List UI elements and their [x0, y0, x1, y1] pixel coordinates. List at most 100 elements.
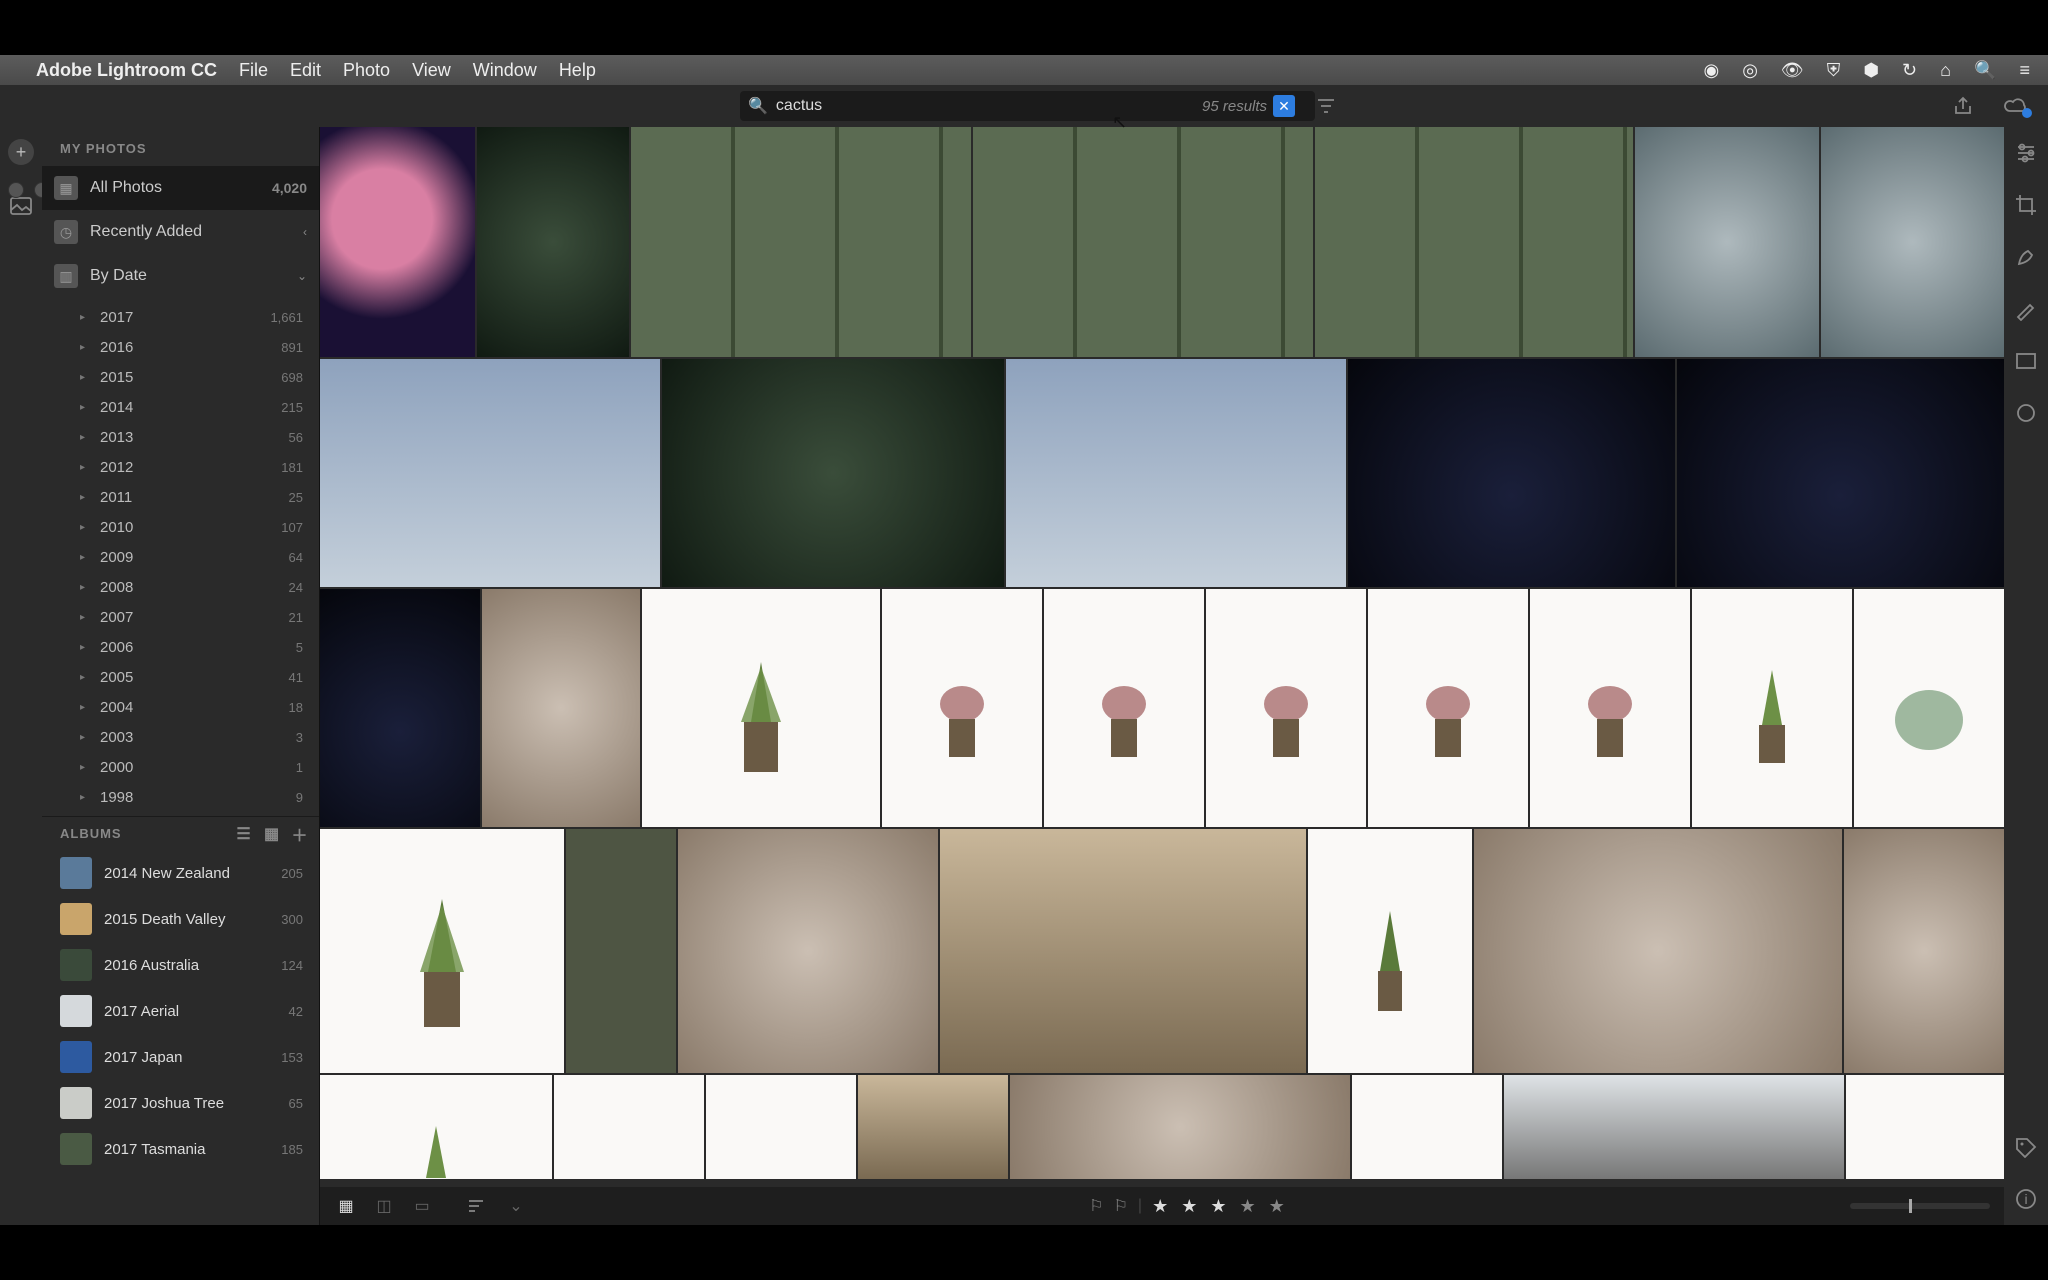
menu-file[interactable]: File [239, 60, 268, 81]
thumbnail[interactable] [882, 589, 1042, 827]
sort-button[interactable] [466, 1196, 490, 1216]
thumbnail[interactable] [1352, 1075, 1502, 1179]
thumbnail[interactable] [662, 359, 1004, 587]
thumbnail[interactable] [973, 127, 1313, 357]
year-row[interactable]: ▸20171,661 [42, 302, 319, 332]
add-album-button[interactable]: ＋ [289, 823, 311, 845]
albums-view-grid-icon[interactable]: ▦ [261, 823, 283, 845]
sidebar-item-recently-added[interactable]: ◷ Recently Added ‹ [42, 210, 319, 254]
thumbnail[interactable] [1530, 589, 1690, 827]
year-row[interactable]: ▸2010107 [42, 512, 319, 542]
thumbnail[interactable] [320, 359, 660, 587]
eye-icon[interactable]: 👁 [1781, 60, 1804, 80]
thumbnail[interactable] [554, 1075, 704, 1179]
thumbnail[interactable] [940, 829, 1306, 1073]
shield-icon[interactable]: ⛨ [1827, 60, 1841, 80]
year-row[interactable]: ▸201356 [42, 422, 319, 452]
album-row[interactable]: 2016 Australia124 [42, 942, 319, 988]
crop-icon[interactable] [2012, 191, 2040, 219]
thumbnail[interactable] [1635, 127, 1819, 357]
thumbnail[interactable] [631, 127, 971, 357]
cloud-sync-icon[interactable] [2002, 96, 2030, 116]
sort-direction-icon[interactable]: ⌄ [504, 1196, 528, 1216]
thumbnail[interactable] [642, 589, 880, 827]
thumbnail[interactable] [1308, 829, 1472, 1073]
year-row[interactable]: ▸2014215 [42, 392, 319, 422]
sync-icon[interactable]: ↻ [1902, 60, 1917, 80]
edit-sliders-icon[interactable] [2012, 139, 2040, 167]
thumbnail[interactable] [320, 589, 480, 827]
thumbnail[interactable] [482, 589, 640, 827]
clear-search-button[interactable]: ✕ [1273, 95, 1295, 117]
album-row[interactable]: 2017 Joshua Tree65 [42, 1080, 319, 1126]
year-row[interactable]: ▸200964 [42, 542, 319, 572]
thumbnail[interactable] [1854, 589, 2004, 827]
keywords-icon[interactable] [2012, 1133, 2040, 1161]
thumbnail[interactable] [1504, 1075, 1844, 1179]
flag-pick-icon[interactable]: ⚐ [1089, 1196, 1103, 1216]
record-icon[interactable]: ◉ [1703, 60, 1719, 80]
filter-icon[interactable] [1316, 97, 1336, 115]
menu-window[interactable]: Window [473, 60, 537, 81]
year-row[interactable]: ▸2012181 [42, 452, 319, 482]
year-row[interactable]: ▸200721 [42, 602, 319, 632]
albums-view-list-icon[interactable]: ☰ [233, 823, 255, 845]
year-row[interactable]: ▸2015698 [42, 362, 319, 392]
thumbnail[interactable] [1006, 359, 1346, 587]
view-square-button[interactable]: ◫ [372, 1196, 396, 1216]
thumbnail[interactable] [706, 1075, 856, 1179]
thumbnail-size-slider[interactable] [1850, 1203, 1990, 1209]
thumbnail[interactable] [1821, 127, 2005, 357]
thumbnail[interactable] [566, 829, 676, 1073]
thumbnail[interactable] [678, 829, 938, 1073]
album-row[interactable]: 2014 New Zealand205 [42, 850, 319, 896]
view-grid-button[interactable]: ▦ [334, 1196, 358, 1216]
photo-grid[interactable] [320, 127, 2004, 1187]
thumbnail[interactable] [1044, 589, 1204, 827]
hamburger-icon[interactable]: ≡ [2019, 60, 2030, 80]
thumbnail[interactable] [1474, 829, 1842, 1073]
album-row[interactable]: 2015 Death Valley300 [42, 896, 319, 942]
thumbnail[interactable] [1348, 359, 1675, 587]
info-icon[interactable]: i [2012, 1185, 2040, 1213]
thumbnail[interactable] [1010, 1075, 1350, 1179]
dropbox-icon[interactable]: ⬢ [1863, 60, 1879, 80]
healing-brush-icon[interactable] [2012, 243, 2040, 271]
sidebar-item-by-date[interactable]: ▥ By Date ⌄ [42, 254, 319, 298]
year-row[interactable]: ▸200541 [42, 662, 319, 692]
view-detail-button[interactable]: ▭ [410, 1196, 434, 1216]
brush-icon[interactable] [2012, 295, 2040, 323]
linear-gradient-icon[interactable] [2012, 347, 2040, 375]
add-photos-button[interactable]: + [8, 139, 34, 165]
menu-photo[interactable]: Photo [343, 60, 390, 81]
home-icon[interactable]: ⌂ [1940, 60, 1951, 80]
year-row[interactable]: ▸20001 [42, 752, 319, 782]
cc-icon[interactable]: ◎ [1742, 60, 1758, 80]
thumbnail[interactable] [320, 829, 564, 1073]
year-row[interactable]: ▸19989 [42, 782, 319, 812]
thumbnail[interactable] [1677, 359, 2004, 587]
thumbnail[interactable] [1692, 589, 1852, 827]
close-button[interactable] [8, 182, 24, 198]
album-row[interactable]: 2017 Japan153 [42, 1034, 319, 1080]
share-icon[interactable] [1952, 95, 1974, 117]
flag-reject-icon[interactable]: ⚐ [1114, 1196, 1128, 1216]
thumbnail[interactable] [1844, 829, 2004, 1073]
thumbnail[interactable] [320, 127, 475, 357]
album-row[interactable]: 2017 Tasmania185 [42, 1126, 319, 1172]
spotlight-icon[interactable]: 🔍 [1974, 60, 1996, 80]
thumbnail[interactable] [320, 1075, 552, 1179]
thumbnail[interactable] [1206, 589, 1366, 827]
album-row[interactable]: 2017 Aerial42 [42, 988, 319, 1034]
year-row[interactable]: ▸20065 [42, 632, 319, 662]
year-row[interactable]: ▸20033 [42, 722, 319, 752]
year-row[interactable]: ▸201125 [42, 482, 319, 512]
thumbnail[interactable] [1368, 589, 1528, 827]
rating-stars[interactable]: ★ ★ ★ ★ ★ [1152, 1196, 1289, 1217]
radial-gradient-icon[interactable] [2012, 399, 2040, 427]
menu-edit[interactable]: Edit [290, 60, 321, 81]
menu-view[interactable]: View [412, 60, 451, 81]
menu-help[interactable]: Help [559, 60, 596, 81]
app-name[interactable]: Adobe Lightroom CC [36, 60, 217, 81]
year-row[interactable]: ▸200824 [42, 572, 319, 602]
